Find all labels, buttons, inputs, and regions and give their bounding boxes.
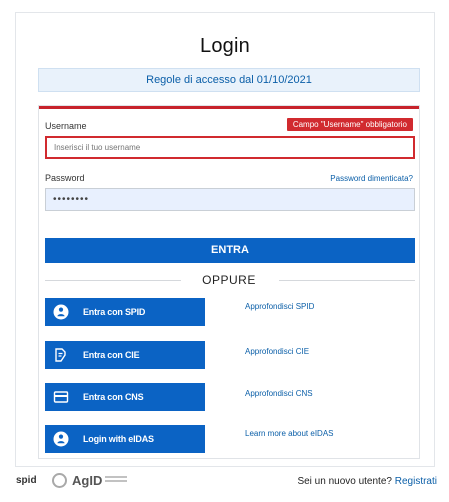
access-rules-link[interactable]: Regole di accesso dal 01/10/2021 [38, 68, 420, 92]
spid-info-link[interactable]: Approfondisci SPID [245, 302, 314, 311]
cns-info-link[interactable]: Approfondisci CNS [245, 389, 313, 398]
agid-logo: AgID [52, 473, 128, 488]
password-field[interactable]: •••••••• [45, 188, 415, 211]
agid-logo-text: AgID [72, 473, 103, 488]
form-top-border [39, 106, 419, 109]
cie-login-label: Entra con CIE [83, 350, 140, 360]
eidas-user-icon [53, 431, 69, 447]
agid-circle-icon [52, 473, 67, 488]
cie-login-button[interactable]: Entra con CIE [45, 341, 205, 369]
cns-login-button[interactable]: Entra con CNS [45, 383, 205, 411]
eidas-info-link[interactable]: Learn more about eIDAS [245, 429, 334, 438]
eidas-login-label: Login with eIDAS [83, 434, 154, 444]
cie-card-icon [53, 347, 69, 363]
page-footer: spid AgID Sei un nuovo utente? Registrat… [0, 473, 449, 493]
username-error-badge: Campo "Username" obbligatorio [286, 118, 413, 131]
cns-login-label: Entra con CNS [83, 392, 144, 402]
spid-login-label: Entra con SPID [83, 307, 146, 317]
forgot-password-link[interactable]: Password dimenticata? [330, 174, 413, 183]
eidas-login-button[interactable]: Login with eIDAS [45, 425, 205, 453]
divider-label: OPPURE [39, 273, 419, 287]
spid-logo: spid [16, 475, 37, 486]
login-card: Login Regole di accesso dal 01/10/2021 U… [15, 12, 435, 467]
cns-card-icon [53, 389, 69, 405]
username-field[interactable] [45, 136, 415, 159]
new-user-prompt: Sei un nuovo utente? Registrati [297, 476, 437, 487]
cie-info-link[interactable]: Approfondisci CIE [245, 347, 309, 356]
login-form: Username Campo "Username" obbligatorio P… [38, 105, 420, 459]
new-user-text: Sei un nuovo utente? [297, 476, 392, 487]
page-title: Login [200, 35, 250, 57]
spid-user-icon [53, 304, 69, 320]
agid-subtitle-mark [105, 475, 128, 486]
login-button[interactable]: ENTRA [45, 238, 415, 263]
username-label: Username [45, 121, 87, 131]
spid-login-button[interactable]: Entra con SPID [45, 298, 205, 326]
password-label: Password [45, 173, 85, 183]
register-link[interactable]: Registrati [395, 476, 437, 487]
